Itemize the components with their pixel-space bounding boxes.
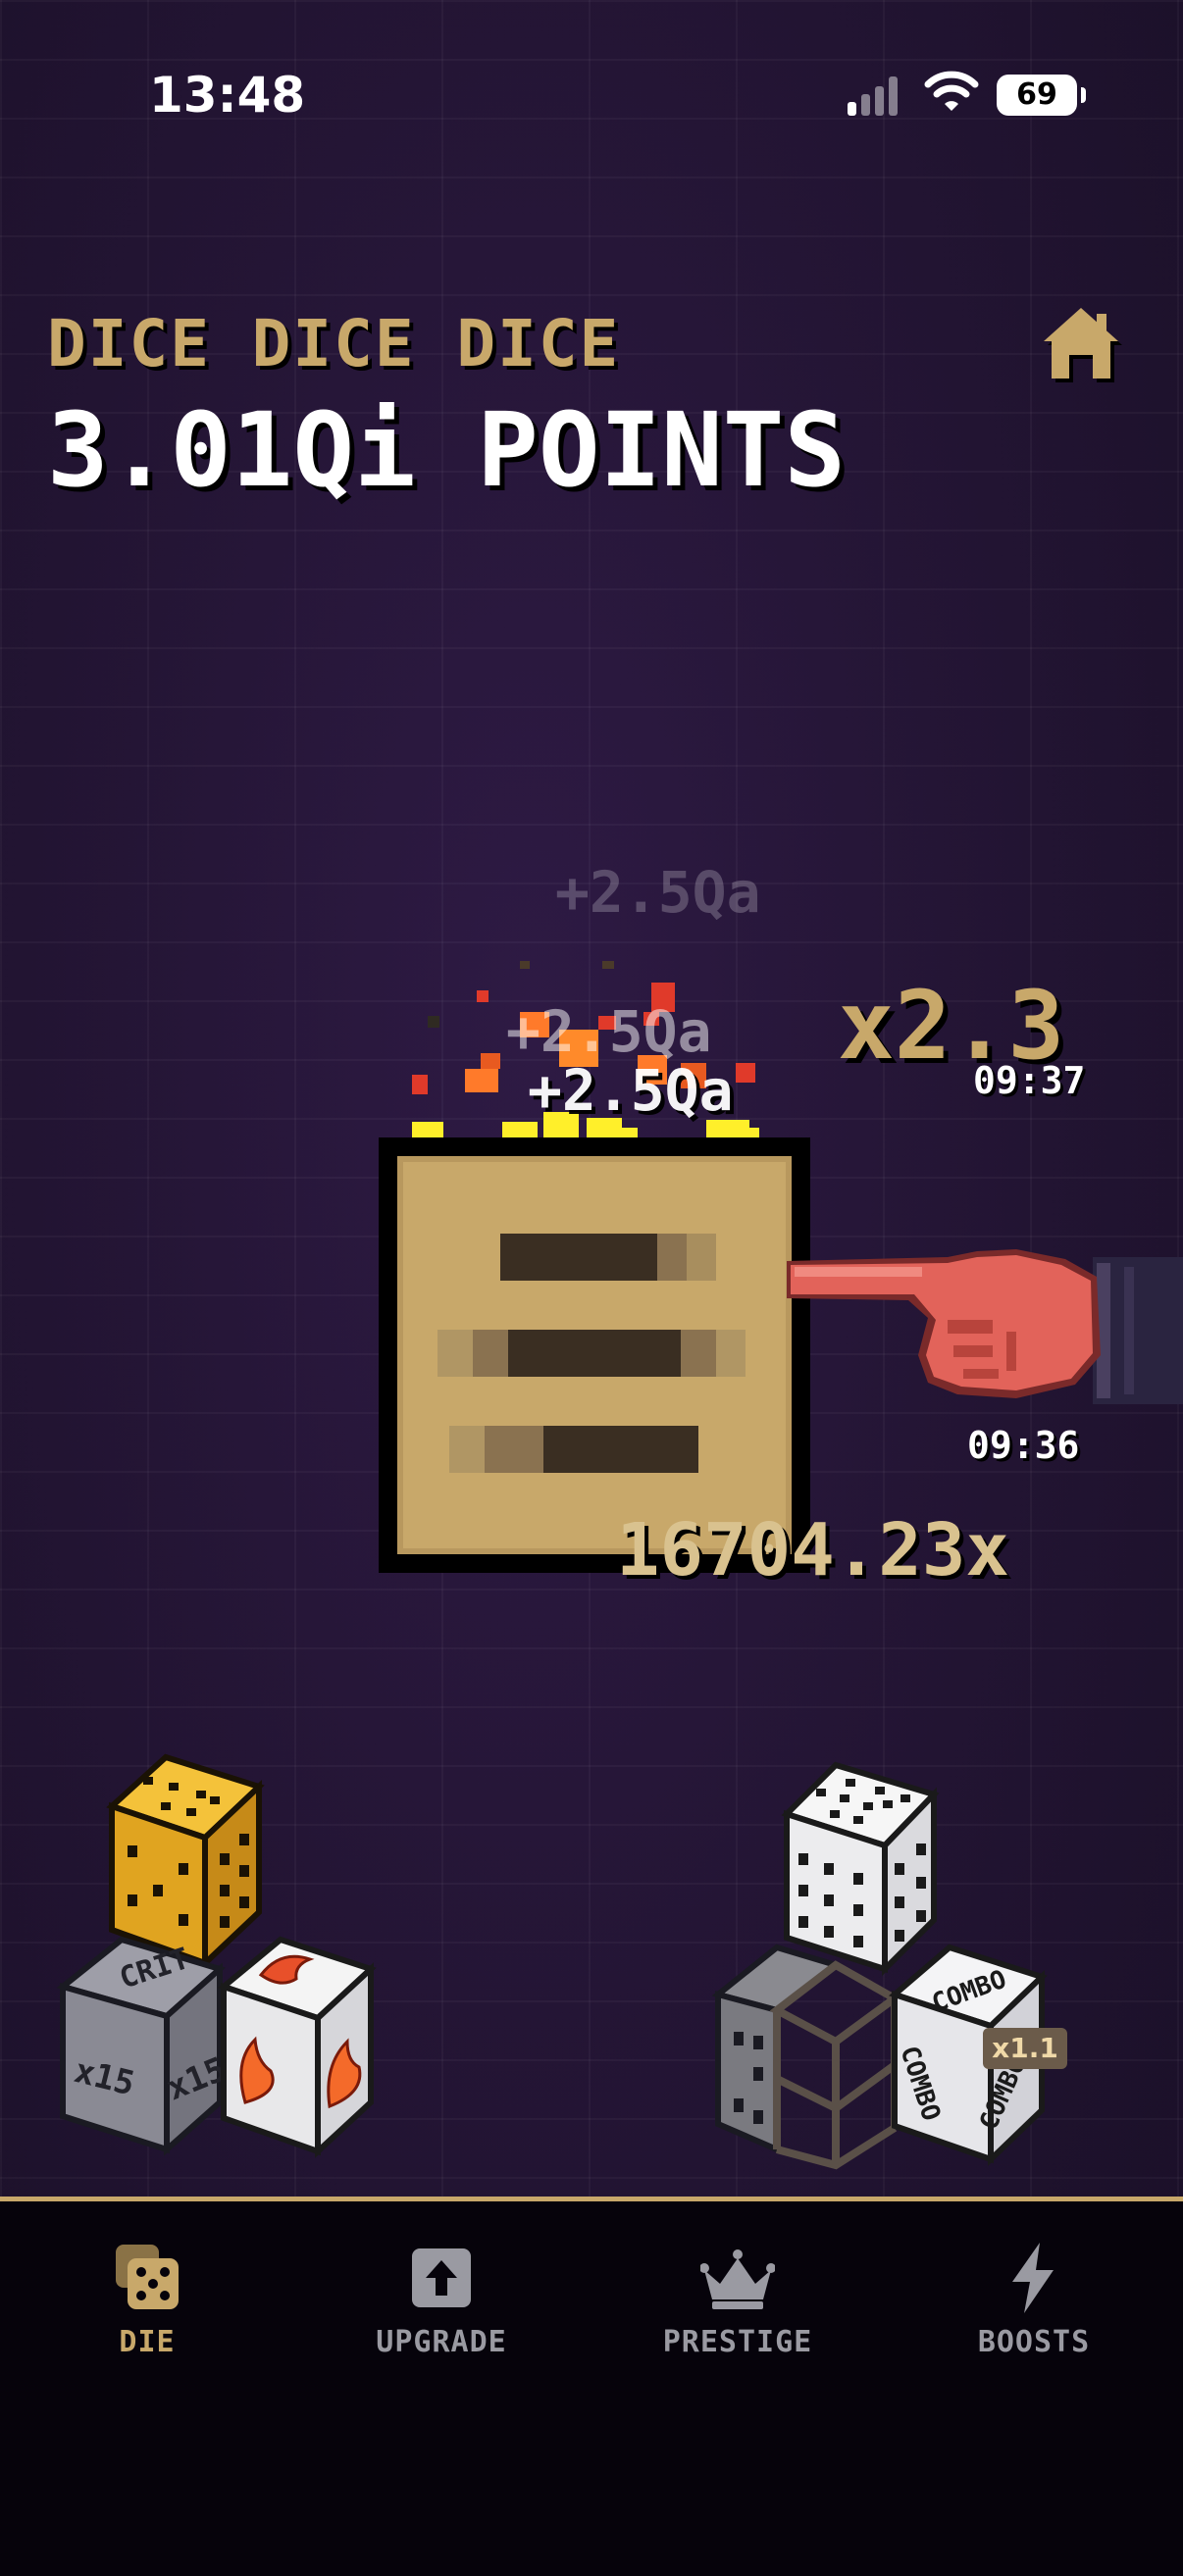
status-bar: 13:48 69: [0, 0, 1183, 137]
game-title: DICE DICE DICE: [47, 306, 621, 381]
floating-gain: +2.5Qa: [555, 859, 761, 926]
combo-total: 16704.23x: [616, 1508, 1009, 1592]
tab-label: UPGRADE: [376, 2325, 507, 2359]
owned-dice-left[interactable]: CRIT x15 x15: [53, 1747, 485, 2169]
tab-upgrade[interactable]: UPGRADE: [324, 2241, 559, 2359]
combo-multiplier-badge: x1.1: [983, 2028, 1067, 2069]
multiplier-timer: 09:37: [973, 1059, 1086, 1102]
dice-icon: [116, 2245, 179, 2309]
tab-boosts[interactable]: BOOSTS: [916, 2241, 1152, 2359]
floating-gain: +2.5Qa: [528, 1057, 734, 1124]
pointing-hand-icon: [787, 1249, 1183, 1404]
status-time: 13:48: [149, 67, 306, 124]
bottom-tab-bar: DIE UPGRADE PRESTIGE BOOSTS: [0, 2197, 1183, 2576]
points-counter: 3.01Qi POINTS: [47, 390, 846, 510]
home-icon[interactable]: [1036, 300, 1126, 384]
lightning-icon: [1012, 2243, 1054, 2313]
tab-label: BOOSTS: [977, 2325, 1091, 2359]
upgrade-arrow-icon: [412, 2248, 471, 2307]
wifi-icon: [924, 71, 979, 111]
crown-icon: [700, 2249, 775, 2309]
tab-label: DIE: [119, 2325, 176, 2359]
owned-dice-right[interactable]: COMBO COMBO COMBO: [708, 1755, 1140, 2177]
hand-timer: 09:36: [967, 1424, 1080, 1467]
tab-label: PRESTIGE: [662, 2325, 813, 2359]
floating-gain: +2.5Qa: [506, 998, 712, 1065]
tab-prestige[interactable]: PRESTIGE: [620, 2241, 855, 2359]
tab-die[interactable]: DIE: [29, 2241, 265, 2359]
cellular-signal-icon: [848, 73, 906, 116]
battery-indicator: 69: [997, 75, 1086, 116]
